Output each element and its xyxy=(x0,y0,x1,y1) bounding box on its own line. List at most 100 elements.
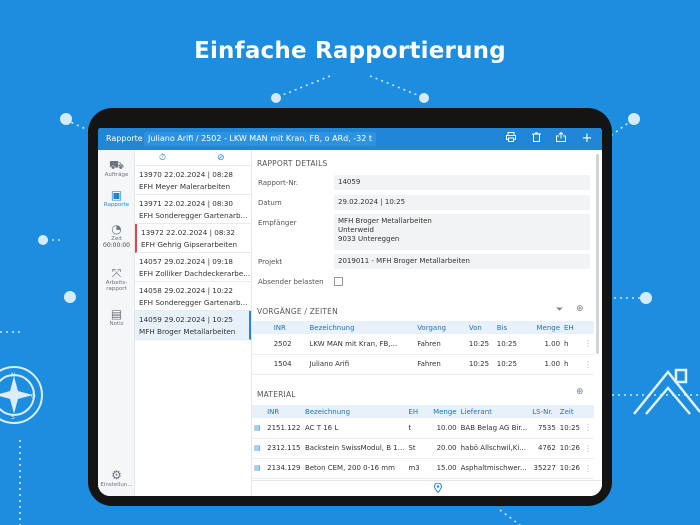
add-circle-icon[interactable]: ⊕ xyxy=(576,304,584,314)
cell-eh: h xyxy=(562,354,582,375)
note-icon: ▤ xyxy=(110,307,123,321)
nav-zeit[interactable]: ◔ Zeit 00:00:00 xyxy=(98,222,135,249)
cell-zeit: 10:25 xyxy=(557,418,582,439)
table-row[interactable]: 1504 Juliano Arifi Fahren 10:25 10:25 1.… xyxy=(252,354,594,375)
recipient-city: 9033 Untereggen xyxy=(338,235,400,243)
col-inr: INR xyxy=(265,405,303,418)
cell-lieferant: BAB Belag AG Bir... xyxy=(458,418,531,439)
svg-text:N: N xyxy=(11,372,16,379)
cell-vorgang: Fahren xyxy=(415,334,467,355)
list-item-meta: 14058 29.02.2024 | 10:22 xyxy=(139,286,234,295)
table-row[interactable]: ▤ 2151.122 AC T 16 L t 10.00 BAB Belag A… xyxy=(252,418,594,439)
topbar-title[interactable]: Rapporte xyxy=(106,134,143,143)
expand-icon: ⤧ xyxy=(111,266,122,280)
more-icon[interactable]: ⋮ xyxy=(581,438,594,459)
col-bezeichnung: Bezeichnung xyxy=(302,405,407,418)
cell-zeit: 10:26 xyxy=(557,438,582,459)
rapport-nr-field[interactable]: 14059 xyxy=(334,175,590,190)
rapport-list: ⏱ ⊘ 13970 22.02.2024 | 08:28 EFH Meyer M… xyxy=(135,150,252,496)
breadcrumb: Juliano Arifi / 2502 - LKW MAN mit Kran,… xyxy=(144,132,377,146)
cell-menge: 10.00 xyxy=(431,418,459,439)
share-icon[interactable] xyxy=(554,131,568,146)
list-item-meta: 13972 22.02.2024 | 08:32 xyxy=(141,228,236,237)
nav-notiz[interactable]: ▤ Notiz xyxy=(98,307,135,327)
nav-rapporte[interactable]: ▣ Rapporte xyxy=(98,188,135,208)
nav-label: Rapporte xyxy=(103,202,130,208)
document-icon: ▤ xyxy=(252,438,266,459)
label-projekt: Projekt xyxy=(258,258,283,266)
nav-arbeitsrapport[interactable]: ⤧ Arbeits-rapport xyxy=(98,266,135,292)
filter-icon[interactable]: ⏷ xyxy=(556,305,563,315)
col-lieferant: Lieferant xyxy=(458,405,531,418)
cell-inr: 2151.122 xyxy=(265,418,303,439)
list-item-title: EFH Sonderegger Gartenarb... xyxy=(139,211,248,220)
list-item[interactable]: 13971 22.02.2024 | 08:30 EFH Sonderegger… xyxy=(135,195,251,224)
label-rapport-nr: Rapport-Nr. xyxy=(258,179,299,187)
cell-inr: 1504 xyxy=(271,354,308,375)
col-menge: Menge xyxy=(534,321,563,334)
more-icon[interactable]: ⋮ xyxy=(581,354,594,375)
list-item-meta: 13971 22.02.2024 | 08:30 xyxy=(139,199,234,208)
document-icon: ▤ xyxy=(252,418,266,439)
label-empfaenger: Empfänger xyxy=(258,219,297,227)
col-bis: Bis xyxy=(494,321,535,334)
timer-icon: ◔ xyxy=(111,222,122,236)
empfaenger-field[interactable]: MFH Broger Metallarbeiten Unterweid 9033… xyxy=(334,214,590,250)
truck-icon: ⛟ xyxy=(108,158,125,172)
list-item[interactable]: 13970 22.02.2024 | 08:28 EFH Meyer Maler… xyxy=(135,166,251,195)
table-row[interactable]: ▤ 2134.129 Beton CEM, 200 0-16 mm m3 15.… xyxy=(252,458,594,479)
list-item-title: EFH Meyer Malerarbeiten xyxy=(139,182,231,191)
add-circle-icon[interactable]: ⊕ xyxy=(576,387,584,397)
cell-von: 10:25 xyxy=(466,354,495,375)
label-absender: Absender belasten xyxy=(258,278,324,286)
label-datum: Datum xyxy=(258,199,282,207)
table-row[interactable]: 2502 LKW MAN mit Kran, FB,... Fahren 10:… xyxy=(252,334,594,355)
stopwatch-icon[interactable]: ⏱ xyxy=(159,153,166,163)
location-pin-icon[interactable] xyxy=(433,482,443,496)
more-icon[interactable]: ⋮ xyxy=(581,418,594,439)
rapport-detail: RAPPORT DETAILS Rapport-Nr. 14059 Datum … xyxy=(252,150,594,480)
more-icon[interactable]: ⋮ xyxy=(581,334,594,355)
list-item[interactable]: 14058 29.02.2024 | 10:22 EFH Sonderegger… xyxy=(135,282,251,311)
datum-field[interactable]: 29.02.2024 | 10:25 xyxy=(334,195,590,210)
cell-lieferant: Asphaltmischwer... xyxy=(458,458,531,479)
cell-bezeichnung: Backstein SwissModul, B 1... xyxy=(302,438,407,459)
list-item-selected[interactable]: 14059 29.02.2024 | 10:25 MFH Broger Meta… xyxy=(135,311,251,340)
svg-text:S: S xyxy=(11,414,15,421)
absender-checkbox[interactable] xyxy=(334,277,343,286)
print-icon[interactable] xyxy=(504,132,518,146)
check-circle-icon[interactable]: ⊘ xyxy=(217,153,225,163)
cell-lieferant: habö Allschwil,Ki... xyxy=(458,438,531,459)
table-row[interactable]: ▤ 2312.115 Backstein SwissModul, B 1... … xyxy=(252,438,594,459)
cell-menge: 20.00 xyxy=(431,438,459,459)
add-icon[interactable]: + xyxy=(580,132,594,146)
trash-icon[interactable] xyxy=(529,132,543,146)
cell-bezeichnung: Juliano Arifi xyxy=(307,354,416,375)
more-icon[interactable]: ⋮ xyxy=(581,458,594,479)
col-menge: Menge xyxy=(431,405,459,418)
document-icon: ▤ xyxy=(252,458,266,479)
projekt-field[interactable]: 2019011 - MFH Broger Metallarbeiten xyxy=(334,254,590,269)
col-vorgang: Vorgang xyxy=(415,321,467,334)
list-item-meta: 14057 29.02.2024 | 09:18 xyxy=(139,257,234,266)
cell-eh: St xyxy=(406,438,432,459)
cell-bezeichnung: AC T 16 L xyxy=(302,418,407,439)
timer-value: 00:00:00 xyxy=(103,242,130,249)
list-item-title: EFH Zolliker Dachdeckerarbe... xyxy=(139,269,251,278)
nav-auftraege[interactable]: ⛟ Aufträge xyxy=(98,158,135,178)
section-title-details: RAPPORT DETAILS xyxy=(257,159,328,168)
cell-inr: 2312.115 xyxy=(265,438,303,459)
col-inr: INR xyxy=(271,321,308,334)
cell-menge: 1.00 xyxy=(534,354,563,375)
top-bar: Rapporte Juliano Arifi / 2502 - LKW MAN … xyxy=(98,128,602,150)
list-item[interactable]: 13972 22.02.2024 | 08:32 EFH Gehrig Gips… xyxy=(135,224,251,253)
list-item-title: EFH Sonderegger Gartenarb... xyxy=(139,298,248,307)
scrollbar[interactable] xyxy=(596,154,599,354)
col-bezeichnung: Bezeichnung xyxy=(307,321,416,334)
cell-von: 10:25 xyxy=(466,334,495,355)
material-table: INR Bezeichnung EH Menge Lieferant LS-Nr… xyxy=(252,405,594,479)
cell-zeit: 10:26 xyxy=(557,458,582,479)
list-item[interactable]: 14057 29.02.2024 | 09:18 EFH Zolliker Da… xyxy=(135,253,251,282)
nav-einstellungen[interactable]: ⚙ Einstellun... xyxy=(98,468,135,488)
cell-ls-nr: 4762 xyxy=(530,438,558,459)
